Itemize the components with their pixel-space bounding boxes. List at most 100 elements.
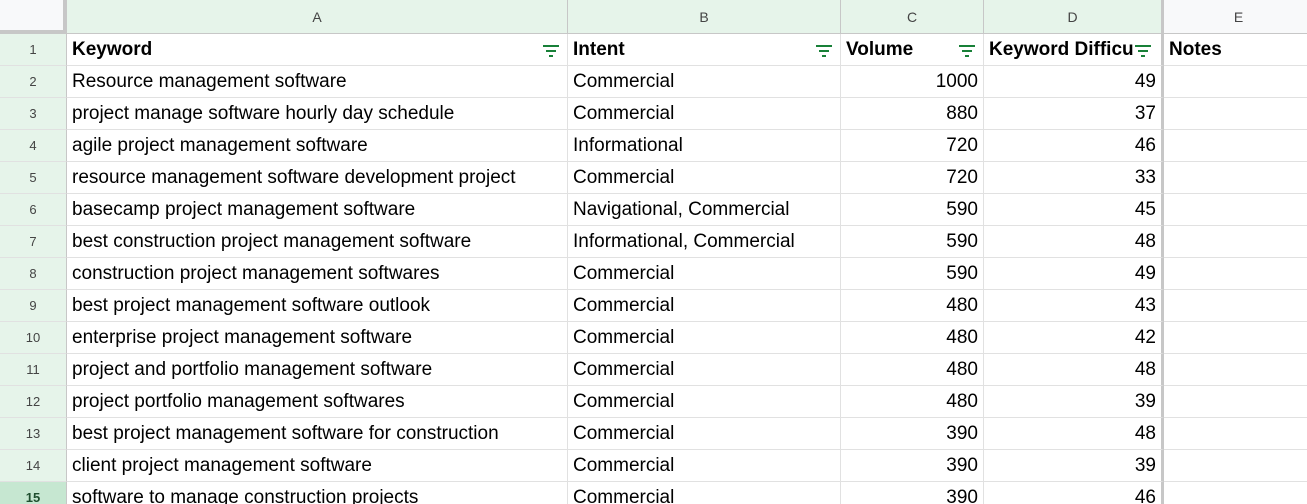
column-header-b[interactable]: B [568,0,841,34]
cell-intent[interactable]: Commercial [568,66,841,98]
row-number[interactable]: 9 [0,290,67,322]
cell-intent[interactable]: Commercial [568,482,841,504]
column-header-a[interactable]: A [67,0,568,34]
row-number[interactable]: 2 [0,66,67,98]
header-cell-difficulty[interactable]: Keyword Difficu [984,34,1164,66]
cell-volume[interactable]: 720 [841,162,984,194]
row-number[interactable]: 11 [0,354,67,386]
header-cell-intent[interactable]: Intent [568,34,841,66]
cell-notes[interactable] [1164,322,1307,354]
cell-volume[interactable]: 590 [841,258,984,290]
filter-icon[interactable] [816,45,832,57]
cell-volume[interactable]: 1000 [841,66,984,98]
cell-notes[interactable] [1164,450,1307,482]
cell-difficulty[interactable]: 46 [984,482,1164,504]
cell-keyword[interactable]: agile project management software [67,130,568,162]
cell-volume[interactable]: 390 [841,418,984,450]
cell-keyword[interactable]: project manage software hourly day sched… [67,98,568,130]
row-number[interactable]: 14 [0,450,67,482]
filter-icon[interactable] [543,45,559,57]
cell-difficulty[interactable]: 39 [984,450,1164,482]
cell-difficulty[interactable]: 39 [984,386,1164,418]
cell-volume[interactable]: 390 [841,450,984,482]
cell-notes[interactable] [1164,418,1307,450]
cell-notes[interactable] [1164,66,1307,98]
cell-volume[interactable]: 590 [841,194,984,226]
cell-intent[interactable]: Commercial [568,386,841,418]
cell-difficulty[interactable]: 48 [984,418,1164,450]
header-cell-volume[interactable]: Volume [841,34,984,66]
filter-icon[interactable] [959,45,975,57]
cell-volume[interactable]: 390 [841,482,984,504]
cell-notes[interactable] [1164,226,1307,258]
cell-intent[interactable]: Informational, Commercial [568,226,841,258]
cell-intent[interactable]: Commercial [568,162,841,194]
cell-keyword[interactable]: software to manage construction projects [67,482,568,504]
header-cell-notes[interactable]: Notes [1164,34,1307,66]
row-number[interactable]: 1 [0,34,67,66]
select-all-corner[interactable] [0,0,67,34]
cell-intent[interactable]: Commercial [568,322,841,354]
row-number[interactable]: 13 [0,418,67,450]
cell-difficulty[interactable]: 37 [984,98,1164,130]
cell-notes[interactable] [1164,130,1307,162]
row-number[interactable]: 7 [0,226,67,258]
cell-notes[interactable] [1164,290,1307,322]
cell-volume[interactable]: 720 [841,130,984,162]
cell-keyword[interactable]: basecamp project management software [67,194,568,226]
cell-volume[interactable]: 480 [841,354,984,386]
cell-difficulty[interactable]: 48 [984,354,1164,386]
filter-icon[interactable] [1135,45,1151,57]
cell-notes[interactable] [1164,194,1307,226]
cell-intent[interactable]: Commercial [568,354,841,386]
cell-volume[interactable]: 480 [841,290,984,322]
cell-difficulty[interactable]: 49 [984,258,1164,290]
cell-keyword[interactable]: resource management software development… [67,162,568,194]
cell-keyword[interactable]: best project management software outlook [67,290,568,322]
cell-intent[interactable]: Navigational, Commercial [568,194,841,226]
cell-keyword[interactable]: best construction project management sof… [67,226,568,258]
cell-notes[interactable] [1164,482,1307,504]
row-number[interactable]: 15 [0,482,67,504]
cell-notes[interactable] [1164,162,1307,194]
cell-keyword[interactable]: Resource management software [67,66,568,98]
row-number[interactable]: 12 [0,386,67,418]
row-number[interactable]: 3 [0,98,67,130]
column-header-d[interactable]: D [984,0,1164,34]
cell-difficulty[interactable]: 48 [984,226,1164,258]
cell-notes[interactable] [1164,258,1307,290]
cell-keyword[interactable]: construction project management software… [67,258,568,290]
cell-difficulty[interactable]: 46 [984,130,1164,162]
column-header-e[interactable]: E [1164,0,1307,34]
cell-intent[interactable]: Commercial [568,450,841,482]
cell-difficulty[interactable]: 43 [984,290,1164,322]
cell-keyword[interactable]: client project management software [67,450,568,482]
row-number[interactable]: 8 [0,258,67,290]
cell-difficulty[interactable]: 33 [984,162,1164,194]
cell-volume[interactable]: 480 [841,386,984,418]
cell-keyword[interactable]: enterprise project management software [67,322,568,354]
cell-volume[interactable]: 480 [841,322,984,354]
row-number[interactable]: 6 [0,194,67,226]
cell-notes[interactable] [1164,98,1307,130]
cell-intent[interactable]: Informational [568,130,841,162]
row-number[interactable]: 4 [0,130,67,162]
row-number[interactable]: 10 [0,322,67,354]
cell-volume[interactable]: 590 [841,226,984,258]
column-header-c[interactable]: C [841,0,984,34]
cell-difficulty[interactable]: 42 [984,322,1164,354]
cell-intent[interactable]: Commercial [568,258,841,290]
cell-volume[interactable]: 880 [841,98,984,130]
cell-keyword[interactable]: best project management software for con… [67,418,568,450]
cell-notes[interactable] [1164,354,1307,386]
header-cell-keyword[interactable]: Keyword [67,34,568,66]
cell-intent[interactable]: Commercial [568,418,841,450]
cell-notes[interactable] [1164,386,1307,418]
cell-intent[interactable]: Commercial [568,98,841,130]
cell-keyword[interactable]: project and portfolio management softwar… [67,354,568,386]
cell-keyword[interactable]: project portfolio management softwares [67,386,568,418]
cell-intent[interactable]: Commercial [568,290,841,322]
cell-difficulty[interactable]: 45 [984,194,1164,226]
cell-difficulty[interactable]: 49 [984,66,1164,98]
row-number[interactable]: 5 [0,162,67,194]
